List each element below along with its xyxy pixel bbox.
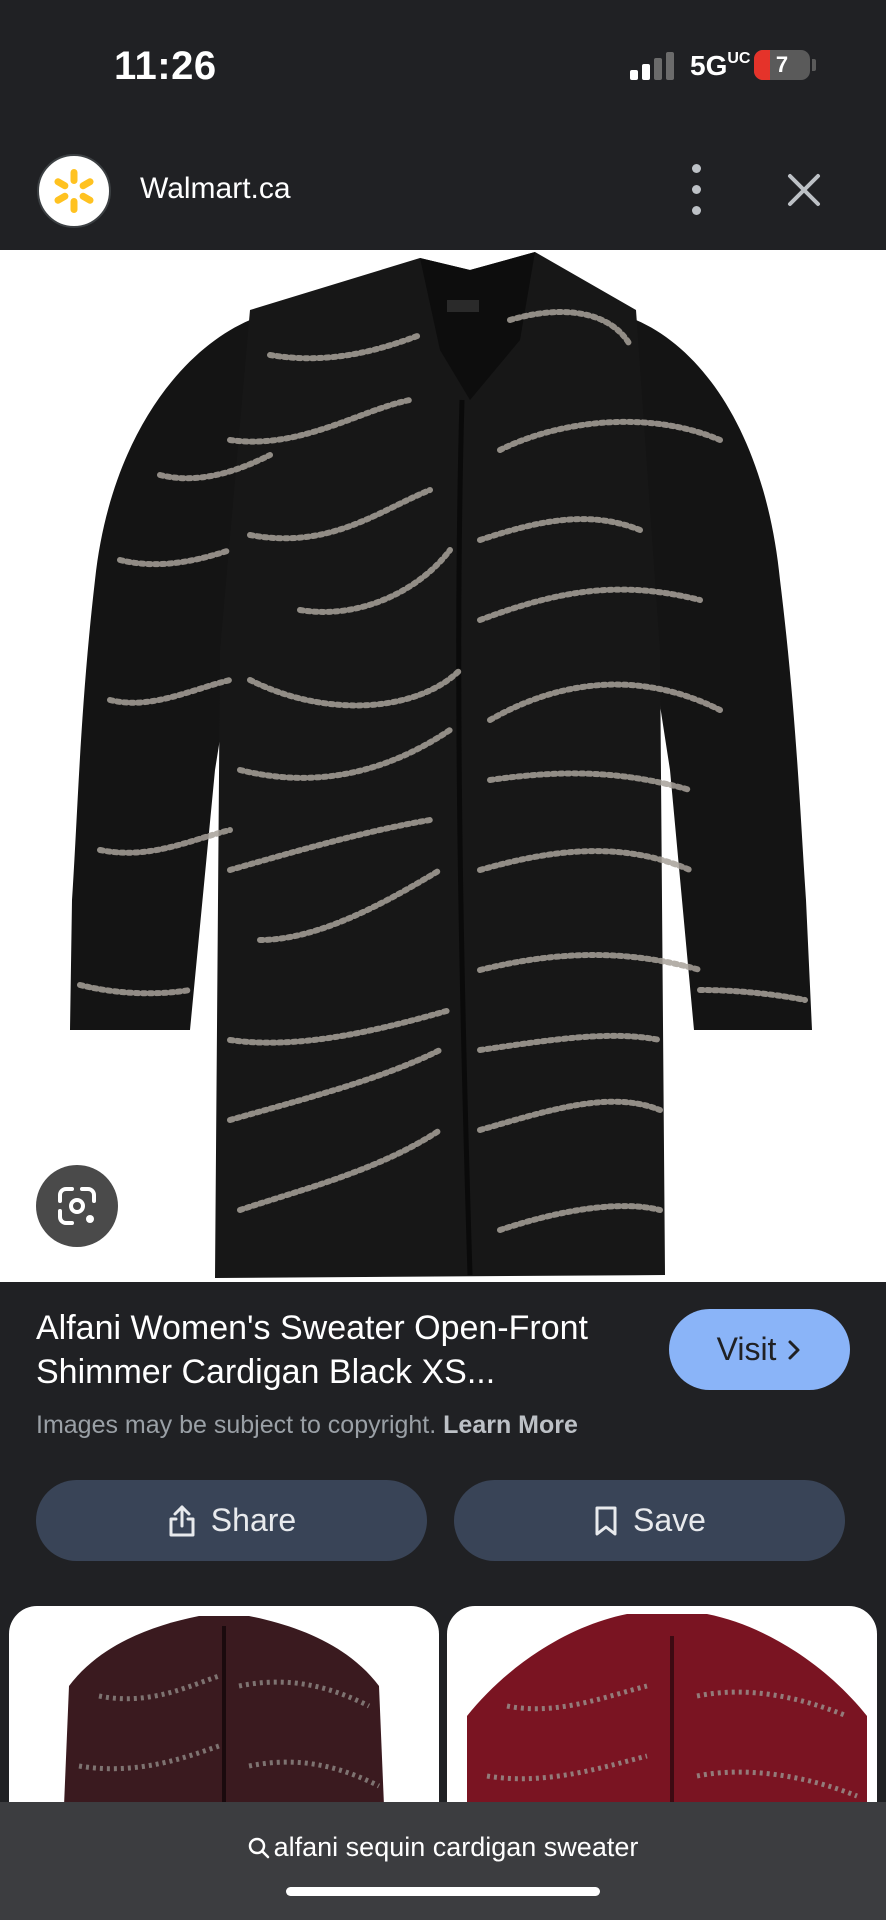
battery-icon: 7 — [754, 50, 810, 80]
share-button[interactable]: Share — [36, 1480, 427, 1561]
status-time: 11:26 — [114, 44, 217, 88]
walmart-spark-logo[interactable] — [37, 154, 111, 228]
save-label: Save — [633, 1502, 706, 1538]
product-image[interactable] — [0, 250, 886, 1282]
chevron-right-icon — [788, 1340, 800, 1359]
network-indicator: 5GUC — [690, 50, 751, 81]
site-header: Walmart.ca — [0, 130, 886, 250]
battery-cap — [812, 59, 816, 71]
signal-icon — [630, 52, 674, 80]
copyright-notice: Images may be subject to copyright. Lear… — [36, 1411, 578, 1439]
site-name[interactable]: Walmart.ca — [140, 172, 291, 206]
product-title[interactable]: Alfani Women's Sweater Open-Front Shimme… — [36, 1306, 646, 1394]
bookmark-icon — [595, 1506, 617, 1535]
close-icon[interactable] — [782, 168, 826, 212]
home-indicator[interactable] — [286, 1887, 600, 1896]
battery-level: 7 — [775, 52, 789, 77]
search-query[interactable]: alfani sequin cardigan sweater — [0, 1832, 886, 1863]
save-button[interactable]: Save — [454, 1480, 845, 1561]
learn-more-link[interactable]: Learn More — [443, 1411, 578, 1439]
visit-label: Visit — [716, 1331, 777, 1367]
search-bar[interactable]: alfani sequin cardigan sweater — [0, 1802, 886, 1920]
share-icon — [169, 1505, 195, 1536]
search-icon — [248, 1837, 269, 1859]
more-options-icon[interactable] — [680, 160, 712, 220]
google-lens-icon[interactable] — [36, 1165, 118, 1247]
status-bar: 11:26 5GUC 7 — [0, 0, 886, 130]
visit-button[interactable]: Visit — [669, 1309, 850, 1390]
share-label: Share — [210, 1502, 297, 1538]
